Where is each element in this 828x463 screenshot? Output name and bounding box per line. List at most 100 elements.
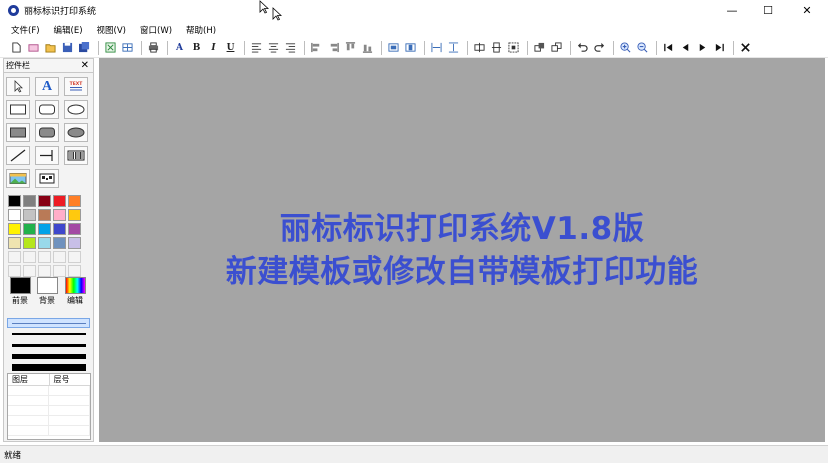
color-swatch[interactable] — [8, 237, 21, 249]
text-tool-icon[interactable]: A — [35, 77, 59, 96]
align-objects-right-icon[interactable] — [326, 40, 341, 55]
menu-window[interactable]: 窗口(W) — [133, 24, 179, 36]
color-spectrum-icon[interactable] — [64, 277, 86, 294]
center-horizontal-icon[interactable] — [472, 40, 487, 55]
same-height-icon[interactable] — [403, 40, 418, 55]
bring-front-icon[interactable] — [532, 40, 547, 55]
menu-edit[interactable]: 编辑(E) — [47, 24, 90, 36]
color-swatch[interactable] — [53, 251, 66, 263]
qrcode-icon[interactable] — [35, 169, 59, 188]
color-swatch[interactable] — [23, 195, 36, 207]
multiline-text-icon[interactable]: TEXT — [64, 77, 88, 96]
control-panel-close-button[interactable]: ✕ — [81, 60, 89, 71]
save-all-icon[interactable] — [77, 40, 92, 55]
color-swatch[interactable] — [38, 237, 51, 249]
filled-rounded-rectangle-icon[interactable] — [35, 123, 59, 142]
minimize-button[interactable]: — — [715, 0, 749, 21]
color-swatch[interactable] — [8, 195, 21, 207]
edit-color-picker[interactable]: 编辑 — [63, 277, 87, 306]
layer-column-header[interactable]: 图层 — [8, 374, 50, 385]
color-swatch[interactable] — [23, 237, 36, 249]
bold-icon[interactable]: B — [189, 40, 204, 55]
open-folder-icon[interactable] — [43, 40, 58, 55]
line-width-option[interactable] — [7, 340, 90, 350]
open-template-icon[interactable] — [26, 40, 41, 55]
color-swatch[interactable] — [68, 195, 81, 207]
color-swatch[interactable] — [23, 265, 36, 277]
font-icon[interactable]: A — [172, 40, 187, 55]
new-file-icon[interactable] — [9, 40, 24, 55]
line-width-option[interactable] — [7, 329, 90, 339]
menu-view[interactable]: 视图(V) — [90, 24, 133, 36]
line-icon[interactable] — [6, 146, 30, 165]
color-swatch[interactable] — [38, 195, 51, 207]
background-color-picker[interactable]: 背景 — [35, 277, 59, 306]
align-right-icon[interactable] — [283, 40, 298, 55]
first-page-icon[interactable] — [661, 40, 676, 55]
filled-ellipse-icon[interactable] — [64, 123, 88, 142]
color-swatch[interactable] — [53, 237, 66, 249]
align-objects-top-icon[interactable] — [343, 40, 358, 55]
line-width-option[interactable] — [7, 318, 90, 328]
close-document-icon[interactable] — [738, 40, 753, 55]
distribute-vertical-icon[interactable] — [446, 40, 461, 55]
color-swatch[interactable] — [53, 265, 66, 277]
color-swatch[interactable] — [38, 251, 51, 263]
maximize-button[interactable]: ☐ — [751, 0, 785, 21]
color-swatch[interactable] — [68, 223, 81, 235]
underline-icon[interactable]: U — [223, 40, 238, 55]
rounded-rectangle-icon[interactable] — [35, 100, 59, 119]
last-page-icon[interactable] — [712, 40, 727, 55]
center-vertical-icon[interactable] — [489, 40, 504, 55]
color-swatch[interactable] — [68, 251, 81, 263]
zoom-in-icon[interactable] — [618, 40, 633, 55]
color-swatch[interactable] — [53, 195, 66, 207]
center-both-icon[interactable] — [506, 40, 521, 55]
layer-index-column-header[interactable]: 层号 — [50, 374, 91, 385]
align-objects-left-icon[interactable] — [309, 40, 324, 55]
select-pointer-icon[interactable] — [6, 77, 30, 96]
background-color-swatch[interactable] — [36, 277, 58, 294]
color-swatch[interactable] — [8, 251, 21, 263]
close-window-button[interactable]: ✕ — [790, 0, 824, 21]
menu-help[interactable]: 帮助(H) — [179, 24, 223, 36]
rectangle-icon[interactable] — [6, 100, 30, 119]
prev-page-icon[interactable] — [678, 40, 693, 55]
color-swatch[interactable] — [23, 251, 36, 263]
grid-icon[interactable] — [120, 40, 135, 55]
align-objects-bottom-icon[interactable] — [360, 40, 375, 55]
image-icon[interactable] — [6, 169, 30, 188]
ellipse-icon[interactable] — [64, 100, 88, 119]
color-swatch[interactable] — [38, 209, 51, 221]
distribute-horizontal-icon[interactable] — [429, 40, 444, 55]
line-width-option[interactable] — [7, 351, 90, 361]
color-swatch[interactable] — [68, 237, 81, 249]
align-left-icon[interactable] — [249, 40, 264, 55]
next-page-icon[interactable] — [695, 40, 710, 55]
foreground-color-picker[interactable]: 前景 — [8, 277, 32, 306]
save-icon[interactable] — [60, 40, 75, 55]
design-canvas[interactable]: 丽标标识打印系统V1.8版 新建模板或修改自带模板打印功能 — [99, 58, 825, 442]
color-swatch[interactable] — [38, 265, 51, 277]
color-swatch[interactable] — [68, 209, 81, 221]
color-swatch[interactable] — [53, 223, 66, 235]
redo-icon[interactable] — [592, 40, 607, 55]
color-swatch[interactable] — [23, 209, 36, 221]
menu-file[interactable]: 文件(F) — [4, 24, 47, 36]
line-width-option[interactable] — [7, 362, 90, 372]
zoom-out-icon[interactable] — [635, 40, 650, 55]
export-excel-icon[interactable] — [103, 40, 118, 55]
italic-icon[interactable]: I — [206, 40, 221, 55]
color-swatch[interactable] — [23, 223, 36, 235]
color-swatch[interactable] — [38, 223, 51, 235]
foreground-color-swatch[interactable] — [9, 277, 31, 294]
barcode-icon[interactable] — [64, 146, 88, 165]
color-swatch[interactable] — [53, 209, 66, 221]
send-back-icon[interactable] — [549, 40, 564, 55]
same-width-icon[interactable] — [386, 40, 401, 55]
align-center-icon[interactable] — [266, 40, 281, 55]
undo-icon[interactable] — [575, 40, 590, 55]
color-swatch[interactable] — [8, 265, 21, 277]
color-swatch[interactable] — [8, 223, 21, 235]
dimension-line-icon[interactable] — [35, 146, 59, 165]
